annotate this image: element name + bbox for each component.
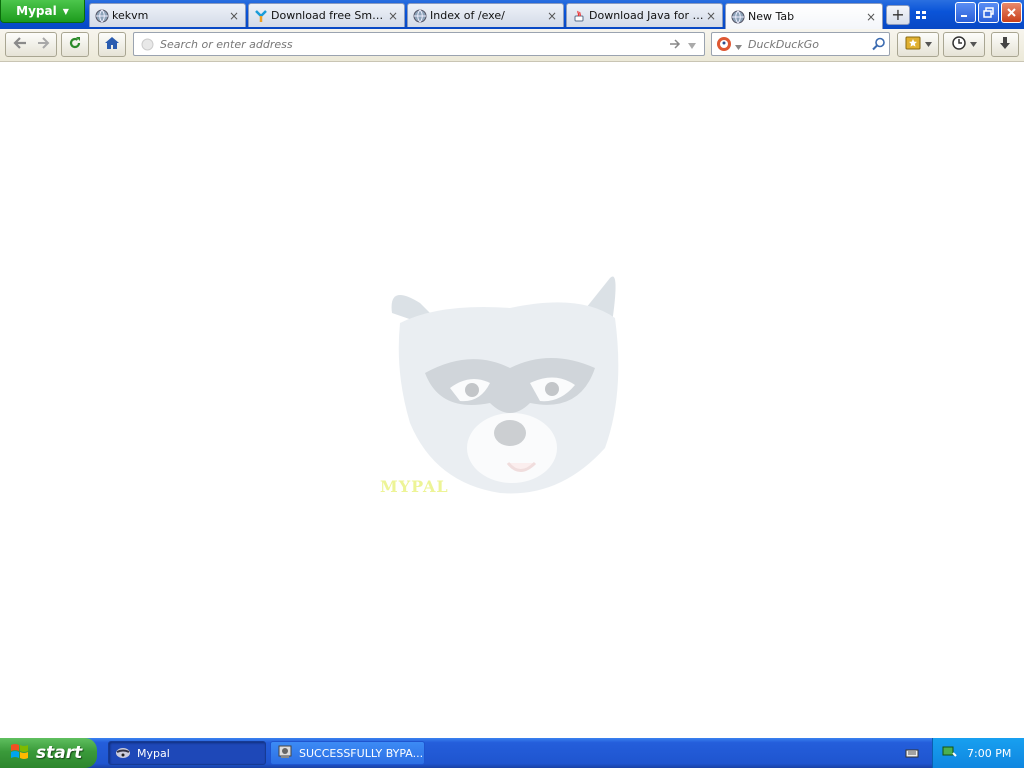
chevron-down-icon	[924, 38, 932, 51]
downloads-button[interactable]	[991, 32, 1019, 57]
download-arrow-icon	[998, 36, 1012, 53]
new-tab-page: MYPAL	[0, 63, 1024, 738]
taskbar: start Mypal SUCCESSFULLY BYPA... 7:00 PM	[0, 738, 1024, 768]
navigation-toolbar	[0, 29, 1024, 62]
app-menu-label: Mypal	[16, 4, 57, 18]
mypal-logo-text: MYPAL	[380, 477, 449, 496]
app-menu-button[interactable]: Mypal ▼	[0, 0, 85, 23]
close-tab-icon[interactable]: ×	[545, 9, 559, 23]
globe-icon	[730, 9, 745, 24]
tab-download-java[interactable]: Download Java for Wi... ×	[566, 3, 723, 27]
network-icon[interactable]	[941, 744, 957, 763]
minimize-icon[interactable]	[955, 2, 976, 23]
globe-icon	[412, 8, 427, 23]
search-input[interactable]	[748, 37, 868, 52]
program-icon	[277, 744, 293, 763]
reload-icon	[68, 36, 82, 53]
history-dropdown-icon[interactable]	[687, 40, 697, 53]
search-bar[interactable]	[711, 32, 890, 56]
forward-arrow-icon[interactable]	[36, 36, 50, 53]
chevron-down-icon: ▼	[62, 6, 69, 16]
restore-icon[interactable]	[978, 2, 999, 23]
tab-label: New Tab	[748, 10, 795, 23]
clock-icon	[951, 36, 966, 53]
home-button[interactable]	[98, 32, 126, 57]
bookmark-star-icon	[905, 36, 921, 53]
home-icon	[104, 36, 120, 53]
bookmarks-button[interactable]	[897, 32, 939, 57]
tab-index-exe[interactable]: Index of /exe/ ×	[407, 3, 564, 27]
close-tab-icon[interactable]: ×	[386, 9, 400, 23]
taskbar-item-label: Mypal	[137, 746, 170, 760]
system-tray: 7:00 PM	[932, 738, 1024, 768]
windows-logo-icon	[10, 742, 30, 765]
close-tab-icon[interactable]: ×	[704, 9, 718, 23]
start-label: start	[36, 743, 83, 763]
tab-label: Download Java for Wi...	[589, 9, 704, 22]
tab-label: Index of /exe/	[430, 9, 505, 22]
chevron-down-icon[interactable]	[735, 41, 742, 54]
clock-time[interactable]: 7:00 PM	[967, 747, 1011, 760]
start-button[interactable]: start	[0, 738, 97, 768]
duckduckgo-icon[interactable]	[716, 36, 732, 55]
search-icon[interactable]	[872, 37, 886, 54]
close-window-icon[interactable]	[1001, 2, 1022, 23]
globe-icon	[94, 8, 109, 23]
taskbar-item-bypass[interactable]: SUCCESSFULLY BYPA...	[270, 741, 425, 765]
chevron-down-icon	[969, 38, 977, 51]
browser-titlebar: Mypal ▼ kekvm × Download free Smart ... …	[0, 0, 1024, 29]
new-tab-button[interactable]: +	[886, 5, 910, 25]
all-tabs-icon[interactable]	[914, 8, 928, 22]
address-input[interactable]	[160, 37, 660, 52]
back-forward-group	[5, 32, 57, 57]
tab-new-tab[interactable]: New Tab ×	[725, 3, 883, 29]
back-arrow-icon[interactable]	[12, 36, 28, 53]
java-icon	[571, 8, 586, 23]
history-button[interactable]	[943, 32, 985, 57]
address-bar[interactable]	[133, 32, 705, 56]
taskbar-item-label: SUCCESSFULLY BYPA...	[299, 746, 424, 760]
go-arrow-icon[interactable]	[669, 38, 681, 53]
tab-label: Download free Smart ...	[271, 9, 386, 22]
taskbar-item-mypal[interactable]: Mypal	[108, 741, 266, 765]
identity-icon	[141, 38, 154, 54]
download-site-icon	[253, 8, 268, 23]
tab-label: kekvm	[112, 9, 149, 22]
raccoon-logo-image: MYPAL	[380, 273, 650, 503]
close-tab-icon[interactable]: ×	[227, 9, 241, 23]
keyboard-icon[interactable]	[905, 746, 919, 763]
reload-button[interactable]	[61, 32, 89, 57]
raccoon-app-icon	[115, 745, 131, 762]
close-tab-icon[interactable]: ×	[864, 10, 878, 24]
tab-kekvm[interactable]: kekvm ×	[89, 3, 246, 27]
tab-download-smart[interactable]: Download free Smart ... ×	[248, 3, 405, 27]
